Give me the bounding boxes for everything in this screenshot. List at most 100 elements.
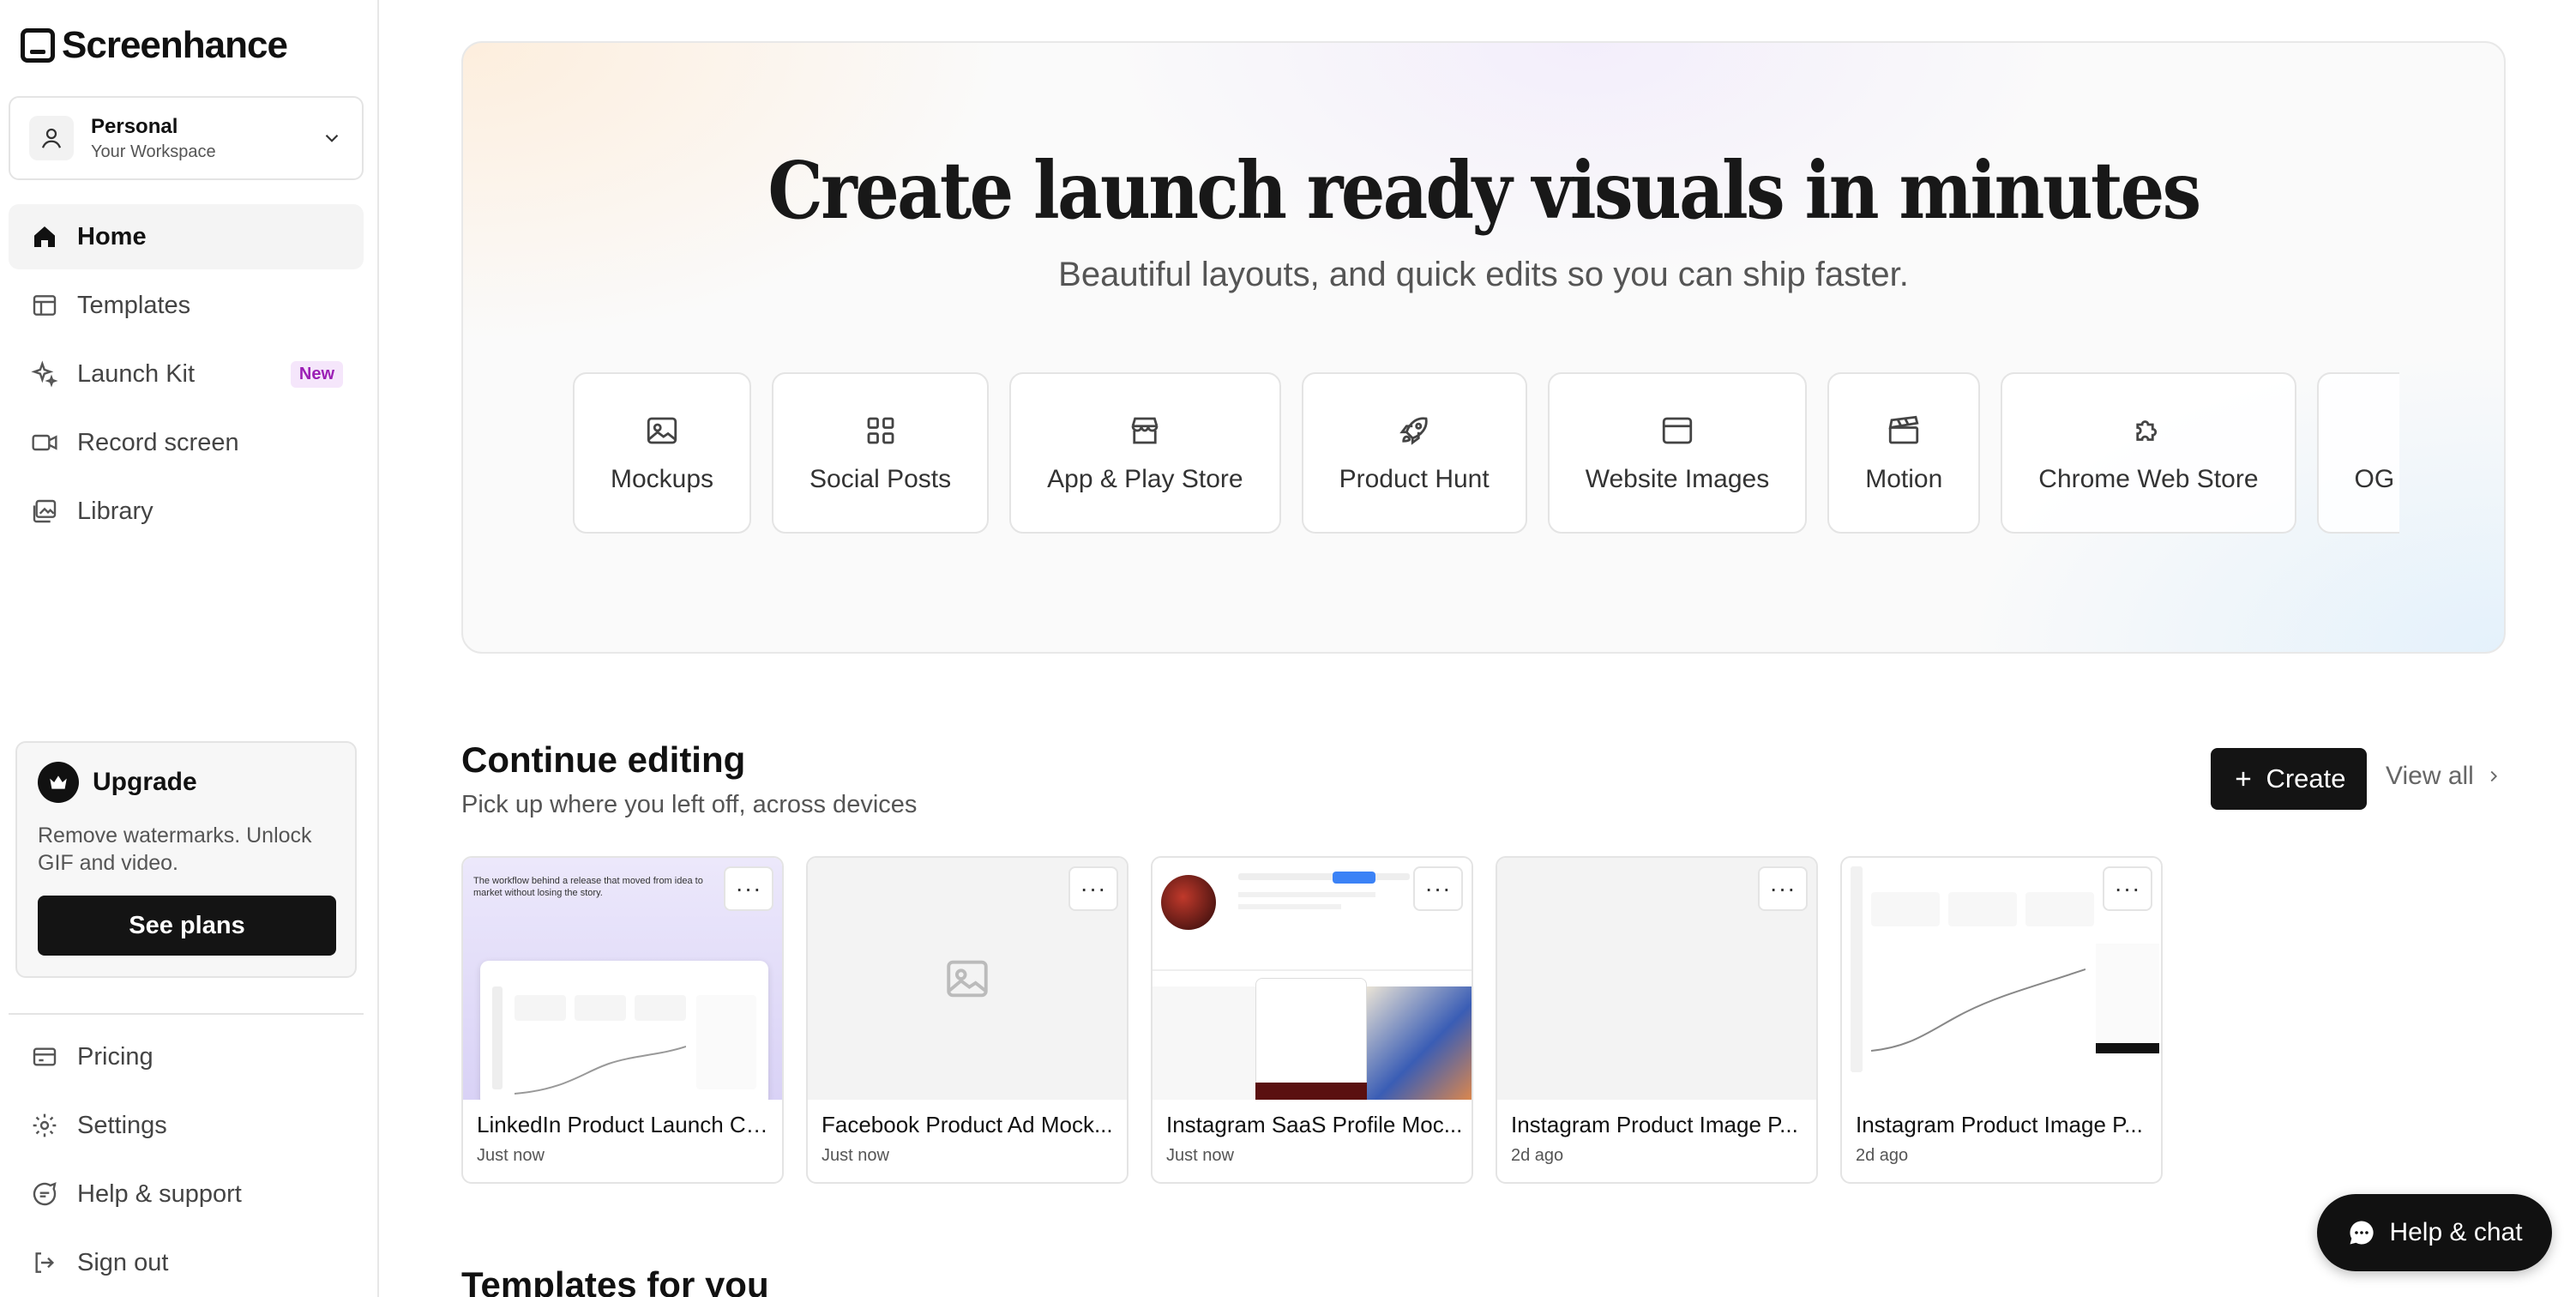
chat-icon <box>2350 1221 2374 1245</box>
nav-item-launch-kit[interactable]: Launch Kit New <box>9 341 364 407</box>
continue-editing-title: Continue editing <box>461 739 746 780</box>
nav-item-record-screen[interactable]: Record screen <box>9 410 364 475</box>
nav-label: Record screen <box>77 428 239 456</box>
app-logo[interactable]: Screenhance <box>21 24 288 67</box>
video-icon <box>29 427 60 458</box>
project-title: Instagram Product Image P... <box>1856 1112 2143 1137</box>
more-options-button[interactable]: ··· <box>1758 866 1808 911</box>
project-title: LinkedIn Product Launch Ca... <box>477 1112 773 1137</box>
project-title: Instagram Product Image P... <box>1511 1112 1798 1137</box>
project-time: Just now <box>477 1146 545 1165</box>
gear-icon <box>29 1110 60 1141</box>
grid-icon <box>862 412 900 449</box>
category-label: Social Posts <box>810 465 952 493</box>
clapperboard-icon <box>1885 412 1923 449</box>
image-icon <box>643 412 681 449</box>
project-card[interactable]: ··· Facebook Product Ad Mock... Just now <box>806 856 1129 1184</box>
thumbnail-caption: The workflow behind a release that moved… <box>473 876 703 898</box>
logo-icon <box>21 28 55 63</box>
puzzle-icon <box>2129 412 2167 449</box>
more-options-button[interactable]: ··· <box>1068 866 1118 911</box>
nav-item-pricing[interactable]: Pricing <box>9 1024 364 1089</box>
category-chrome-web-store[interactable]: Chrome Web Store <box>2001 372 2296 534</box>
nav-label: Templates <box>77 291 191 319</box>
help-chat-button[interactable]: Help & chat <box>2317 1194 2552 1271</box>
project-card[interactable]: The workflow behind a release that moved… <box>461 856 784 1184</box>
project-card[interactable]: ··· Instagram Product Image P... 2d ago <box>1840 856 2163 1184</box>
project-title: Facebook Product Ad Mock... <box>822 1112 1113 1137</box>
category-label: OG <box>2354 465 2395 493</box>
nav-label: Library <box>77 497 153 525</box>
nav-item-home[interactable]: Home <box>9 204 364 269</box>
sign-out-icon <box>29 1247 60 1278</box>
sparkle-icon <box>29 359 60 389</box>
project-card[interactable]: ··· Instagram SaaS Profile Moc... Just n… <box>1151 856 1473 1184</box>
see-plans-button[interactable]: See plans <box>38 896 336 956</box>
category-label: Motion <box>1865 465 1943 493</box>
project-time: 2d ago <box>1511 1146 1564 1165</box>
nav-item-templates[interactable]: Templates <box>9 273 364 338</box>
sidebar: Screenhance Personal Your Workspace Home… <box>0 0 379 1297</box>
dashboard-preview <box>480 961 768 1100</box>
upgrade-title: Upgrade <box>93 768 197 796</box>
nav-item-library[interactable]: Library <box>9 479 364 544</box>
view-all-label: View all <box>2386 762 2474 790</box>
category-label: Mockups <box>611 465 714 493</box>
pricing-icon <box>29 1041 60 1072</box>
category-app-play-store[interactable]: App & Play Store <box>1009 372 1281 534</box>
workspace-switcher[interactable]: Personal Your Workspace <box>9 96 364 180</box>
help-chat-label: Help & chat <box>2389 1218 2523 1246</box>
main-nav: Home Templates Launch Kit New Record scr… <box>9 204 364 547</box>
new-badge: New <box>290 360 343 388</box>
category-og[interactable]: OG <box>2316 372 2399 534</box>
more-options-button[interactable]: ··· <box>1413 866 1463 911</box>
project-title: Instagram SaaS Profile Moc... <box>1166 1112 1463 1137</box>
category-list: Mockups Social Posts App & Play Store Pr… <box>573 372 2399 534</box>
upgrade-card: Upgrade Remove watermarks. Unlock GIF an… <box>15 741 357 978</box>
image-placeholder-icon <box>947 960 988 998</box>
nav-label: Settings <box>77 1111 167 1139</box>
library-icon <box>29 496 60 527</box>
category-label: App & Play Store <box>1047 465 1243 493</box>
category-product-hunt[interactable]: Product Hunt <box>1301 372 1527 534</box>
nav-item-settings[interactable]: Settings <box>9 1093 364 1158</box>
upgrade-description: Remove watermarks. Unlock GIF and video. <box>38 823 312 875</box>
category-label: Chrome Web Store <box>2038 465 2259 493</box>
project-time: Just now <box>1166 1146 1234 1165</box>
browser-icon <box>1658 412 1696 449</box>
app-name: Screenhance <box>62 24 288 66</box>
crown-icon <box>38 762 79 803</box>
help-icon <box>29 1179 60 1210</box>
project-card[interactable]: ··· Instagram Product Image P... 2d ago <box>1496 856 1818 1184</box>
hero-subtitle: Beautiful layouts, and quick edits so yo… <box>1058 256 1909 293</box>
divider <box>9 1013 364 1015</box>
project-time: 2d ago <box>1856 1146 1909 1165</box>
nav-item-help-support[interactable]: Help & support <box>9 1161 364 1227</box>
user-icon <box>29 116 74 160</box>
chevron-down-icon <box>325 134 339 142</box>
category-label: Website Images <box>1585 465 1770 493</box>
category-website-images[interactable]: Website Images <box>1547 372 1808 534</box>
bottom-nav: Pricing Settings Help & support Sign out <box>9 1024 364 1297</box>
more-options-button[interactable]: ··· <box>2103 866 2152 911</box>
nav-label: Home <box>77 222 147 250</box>
templates-for-you-title: Templates for you <box>461 1264 769 1297</box>
plus-icon <box>2236 771 2251 787</box>
category-motion[interactable]: Motion <box>1827 372 1981 534</box>
home-icon <box>29 221 60 252</box>
more-options-button[interactable]: ··· <box>724 866 773 911</box>
create-label: Create <box>2266 763 2346 793</box>
create-button[interactable]: Create <box>2211 748 2367 810</box>
category-mockups[interactable]: Mockups <box>573 372 752 534</box>
category-social-posts[interactable]: Social Posts <box>772 372 990 534</box>
view-all-link[interactable]: View all <box>2386 762 2503 791</box>
nav-label: Help & support <box>77 1179 242 1208</box>
store-icon <box>1126 412 1164 449</box>
nav-label: Sign out <box>77 1248 169 1276</box>
continue-editing-subtitle: Pick up where you left off, across devic… <box>461 791 918 818</box>
workspace-subtitle: Your Workspace <box>91 142 216 161</box>
workspace-name: Personal <box>91 114 178 138</box>
nav-label: Launch Kit <box>77 359 196 388</box>
nav-item-sign-out[interactable]: Sign out <box>9 1230 364 1295</box>
chevron-right-icon <box>2490 770 2497 782</box>
